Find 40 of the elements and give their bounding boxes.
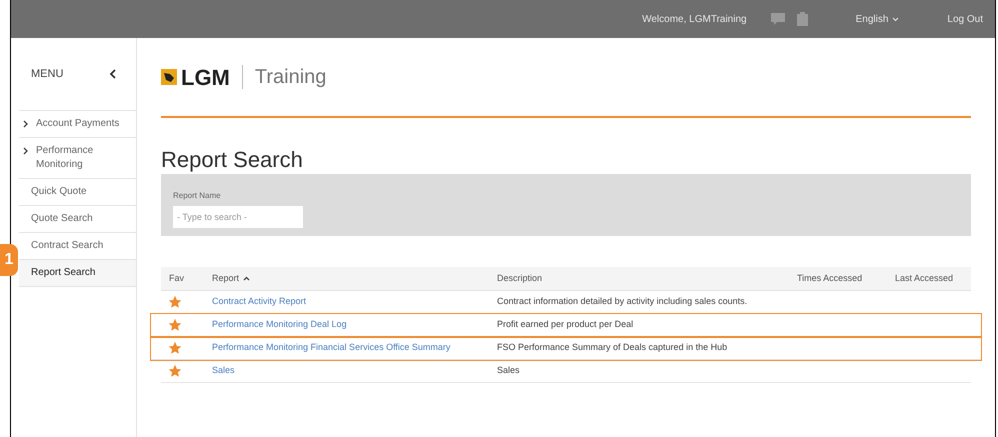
page-title: Report Search [161, 146, 304, 174]
sort-ascending-icon[interactable] [243, 276, 250, 281]
callout-badge: 1 [0, 244, 18, 276]
welcome-text: Welcome, LGMTraining [642, 12, 747, 26]
search-field[interactable]: - Type to search - [173, 206, 303, 228]
column-header: Last Accessed [895, 272, 954, 285]
collapse-icon[interactable] [109, 69, 116, 79]
star-icon[interactable] [169, 296, 181, 308]
table-cell: Profit earned per product per Deal [497, 319, 634, 330]
chevron-right-icon [23, 147, 28, 155]
column-header: Description [497, 272, 542, 285]
report-link[interactable]: Performance Monitoring Deal Log [212, 319, 347, 330]
logo-text: LGM [181, 64, 230, 92]
chevron-down-icon [892, 16, 900, 22]
clipboard-icon[interactable] [796, 12, 808, 26]
table-cell: Sales [497, 365, 520, 376]
table-cell: FSO Performance Summary of Deals captured in the Hub [497, 342, 728, 352]
column-header: Fav [169, 272, 184, 285]
report-link[interactable]: Performance Monitoring Financial Services Office Summary [212, 342, 450, 352]
sidebar-item[interactable]: Account Payments [19, 110, 136, 137]
column-header: Times Accessed [797, 272, 862, 285]
column-header[interactable]: Report [212, 272, 240, 286]
sidebar-item[interactable]: Performance Monitoring [19, 137, 136, 178]
chevron-right-icon [23, 120, 28, 128]
star-icon[interactable] [169, 365, 181, 377]
chat-icon[interactable] [770, 13, 785, 25]
menu-title: MENU [31, 66, 64, 82]
star-icon[interactable] [169, 319, 181, 331]
report-link[interactable]: Contract Activity Report [212, 296, 306, 306]
logo-icon [161, 69, 177, 85]
report-link[interactable]: Sales [212, 365, 235, 376]
table-cell: Contract information detailed by activity including sales counts. [497, 296, 748, 306]
product-name: Training [254, 65, 326, 90]
language-dropdown[interactable]: English [856, 12, 900, 26]
sidebar-item[interactable]: Quick Quote [19, 178, 136, 205]
sidebar-item[interactable]: Report Search [19, 259, 136, 287]
logout-link[interactable]: Log Out [947, 12, 983, 26]
star-icon[interactable] [169, 342, 181, 354]
sidebar-item[interactable]: Quote Search [19, 205, 136, 232]
filter-label: Report Name [173, 190, 222, 202]
